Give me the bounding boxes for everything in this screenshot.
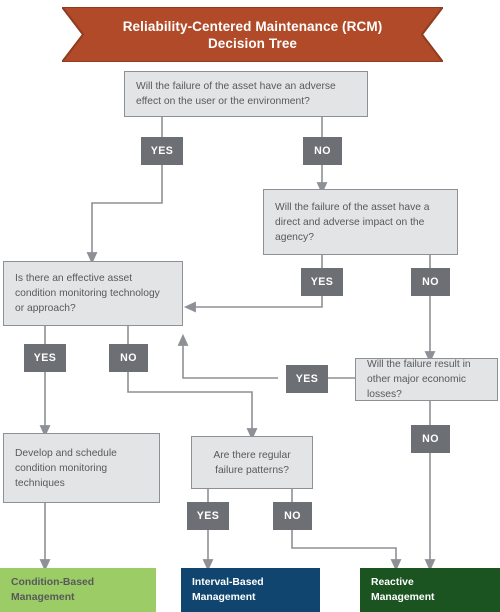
- banner-title-line2: Decision Tree: [207, 35, 298, 51]
- chip-q3-yes[interactable]: YES: [24, 344, 66, 372]
- outcome-interval-based-management[interactable]: Interval-Based Management: [181, 568, 320, 612]
- chip-q5-no[interactable]: NO: [273, 502, 312, 530]
- action-box-develop-schedule[interactable]: Develop and schedule condition monitorin…: [3, 433, 160, 503]
- outcome-interval-based-line2: Management: [192, 592, 256, 603]
- question-text-2: Will the failure of the asset have a dir…: [275, 201, 430, 243]
- question-box-economic-losses[interactable]: Will the failure result in other major e…: [355, 358, 498, 401]
- chip-q2-yes-label: YES: [310, 276, 334, 288]
- chip-q3-no[interactable]: NO: [109, 344, 148, 372]
- question-text-3: Is there an effective asset condition mo…: [15, 273, 160, 314]
- chip-q2-no-label: NO: [422, 276, 439, 288]
- rcm-decision-tree-diagram: Reliability-Centered Maintenance (RCM) D…: [0, 0, 500, 612]
- outcome-reactive-line1: Reactive: [371, 577, 414, 588]
- outcome-condition-based-line1: Condition-Based: [11, 577, 95, 588]
- question-box-failure-patterns[interactable]: Are there regular failure patterns?: [191, 436, 313, 489]
- chip-q1-no[interactable]: NO: [303, 137, 342, 165]
- chip-q3-no-label: NO: [120, 352, 137, 364]
- diagram-title-banner: Reliability-Centered Maintenance (RCM) D…: [62, 7, 443, 62]
- chip-q4-yes-label: YES: [295, 373, 319, 385]
- question-box-adverse-effect[interactable]: Will the failure of the asset have an ad…: [124, 71, 368, 117]
- question-text-4: Will the failure result in other major e…: [367, 359, 471, 400]
- chip-q1-no-label: NO: [314, 145, 331, 157]
- outcome-reactive-line2: Management: [371, 592, 435, 603]
- chip-q1-yes[interactable]: YES: [141, 137, 183, 165]
- chip-q5-yes-label: YES: [196, 510, 220, 522]
- banner-title-line1: Reliability-Centered Maintenance (RCM): [122, 18, 383, 34]
- chip-q4-no-label: NO: [422, 433, 439, 445]
- chip-q3-yes-label: YES: [33, 352, 57, 364]
- question-text-1: Will the failure of the asset have an ad…: [136, 81, 336, 107]
- outcome-interval-based-line1: Interval-Based: [192, 577, 264, 588]
- chip-q5-yes[interactable]: YES: [187, 502, 229, 530]
- outcome-condition-based-line2: Management: [11, 592, 75, 603]
- chip-q2-yes[interactable]: YES: [301, 268, 343, 296]
- outcome-reactive-management[interactable]: Reactive Management: [360, 568, 500, 612]
- question-box-agency-impact[interactable]: Will the failure of the asset have a dir…: [263, 189, 458, 255]
- chip-q4-yes[interactable]: YES: [286, 365, 328, 393]
- action-text-1: Develop and schedule condition monitorin…: [15, 447, 117, 489]
- outcome-condition-based-management[interactable]: Condition-Based Management: [0, 568, 156, 612]
- chip-q2-no[interactable]: NO: [411, 268, 450, 296]
- chip-q5-no-label: NO: [284, 510, 301, 522]
- chip-q4-no[interactable]: NO: [411, 425, 450, 453]
- question-text-5: Are there regular failure patterns?: [213, 449, 291, 476]
- question-box-condition-monitoring[interactable]: Is there an effective asset condition mo…: [3, 261, 183, 326]
- chip-q1-yes-label: YES: [150, 145, 174, 157]
